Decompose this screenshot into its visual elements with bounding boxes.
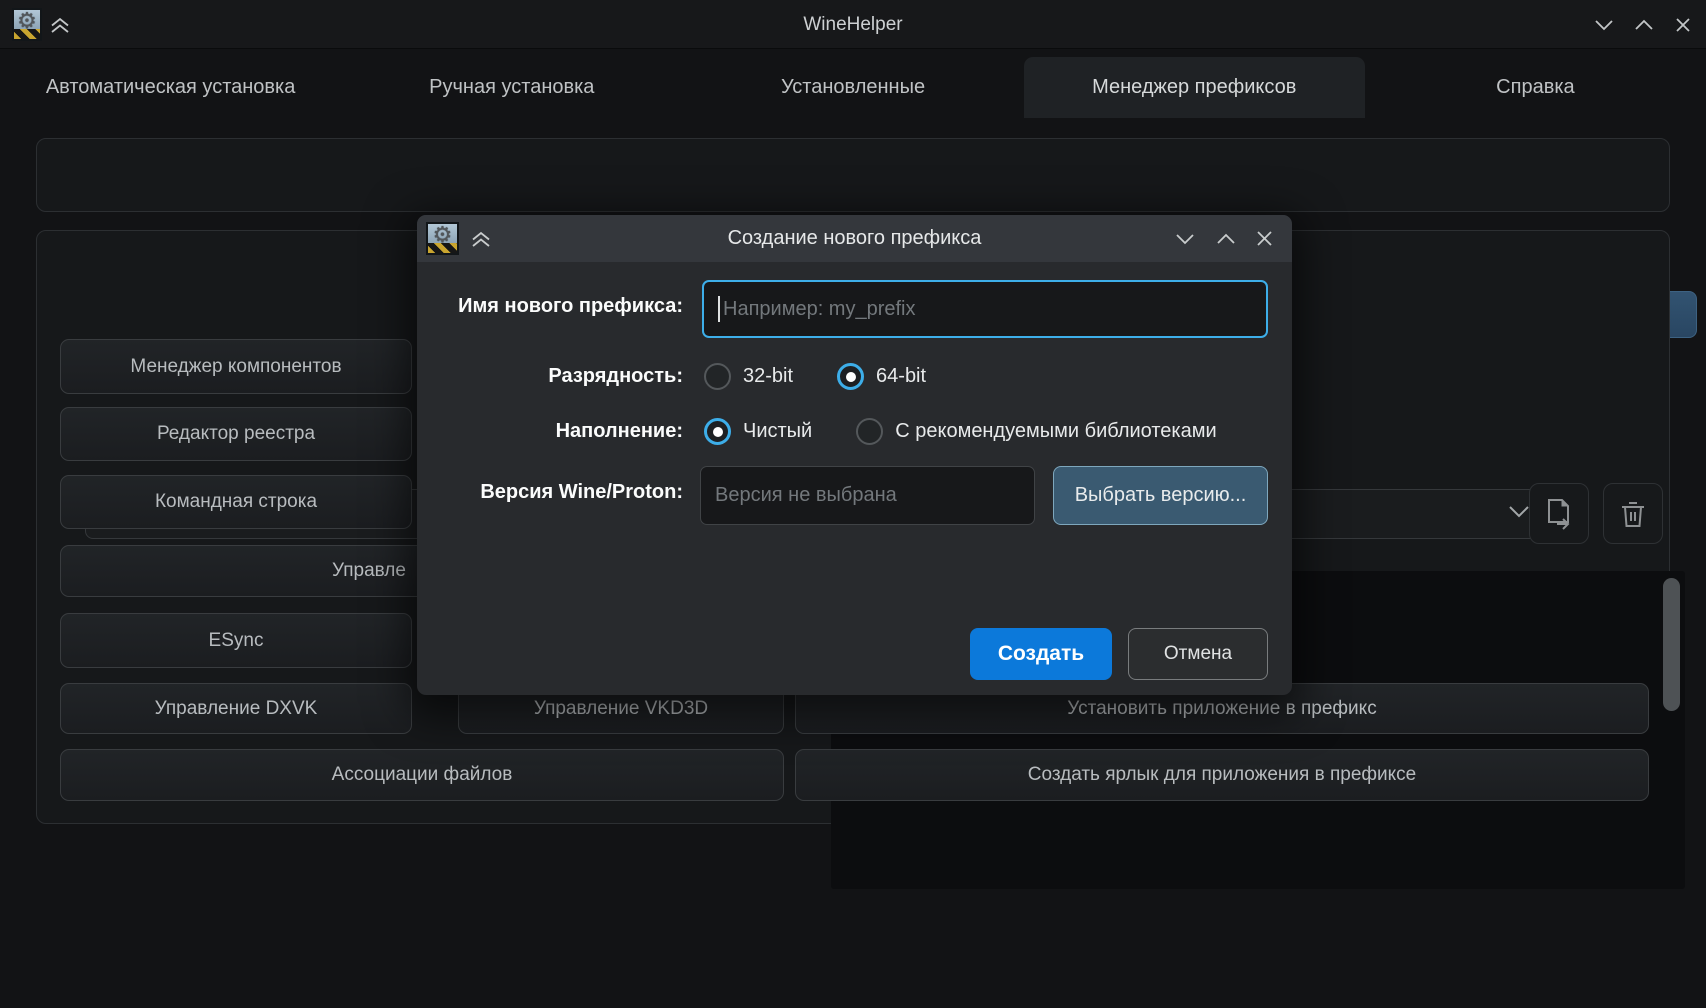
create-shortcut-button[interactable]: Создать ярлык для приложения в префиксе [795, 749, 1649, 801]
dialog-close-button[interactable] [1252, 226, 1276, 250]
tab-manual-install[interactable]: Ручная установка [341, 57, 682, 118]
radio-clean[interactable] [704, 418, 731, 445]
dialog-maximize-button[interactable] [1214, 227, 1238, 251]
tab-installed[interactable]: Установленные [682, 57, 1023, 118]
radio-clean-label: Чистый [743, 420, 812, 443]
dxvk-button[interactable]: Управление DXVK [60, 683, 412, 734]
wine-version-label: Версия Wine/Proton: [427, 481, 683, 504]
create-prefix-section: Создать новый префикс [36, 138, 1670, 212]
prefix-name-input[interactable]: Например: my_prefix [702, 280, 1268, 338]
wine-version-placeholder: Версия не выбрана [715, 484, 897, 507]
delete-prefix-button[interactable] [1603, 483, 1663, 544]
close-button[interactable] [1671, 13, 1695, 37]
bitness-label: Разрядность: [427, 365, 683, 388]
registry-editor-button[interactable]: Редактор реестра [60, 407, 412, 461]
titlebar: ⚙ WineHelper [0, 0, 1706, 49]
radio-64bit[interactable] [837, 363, 864, 390]
fill-label: Наполнение: [427, 420, 683, 443]
tab-bar: Автоматическая установка Ручная установк… [0, 57, 1706, 118]
minimize-button[interactable] [1592, 13, 1616, 37]
radio-32bit-label: 32-bit [743, 365, 793, 388]
component-manager-button[interactable]: Менеджер компонентов [60, 339, 412, 394]
create-prefix-dialog: ⚙ Создание нового префикса Имя нового пр… [417, 215, 1292, 695]
create-button[interactable]: Создать [970, 628, 1112, 680]
tab-help[interactable]: Справка [1365, 57, 1706, 118]
scrollbar-thumb[interactable] [1663, 578, 1680, 711]
choose-version-button[interactable]: Выбрать версию... [1053, 466, 1268, 525]
prefix-name-label: Имя нового префикса: [427, 295, 683, 318]
radio-64bit-label: 64-bit [876, 365, 926, 388]
command-line-button[interactable]: Командная строка [60, 475, 412, 529]
document-export-icon [1544, 497, 1574, 531]
dialog-minimize-button[interactable] [1173, 227, 1197, 251]
export-prefix-button[interactable] [1529, 483, 1589, 544]
esync-button[interactable]: ESync [60, 613, 412, 668]
tab-prefix-manager[interactable]: Менеджер префиксов [1024, 57, 1365, 118]
window-title: WineHelper [0, 0, 1706, 49]
dialog-title: Создание нового префикса [417, 215, 1292, 262]
trash-icon [1620, 499, 1646, 529]
radio-recommended-label: С рекомендуемыми библиотеками [895, 420, 1216, 443]
file-associations-button[interactable]: Ассоциации файлов [60, 749, 784, 801]
wine-version-field: Версия не выбрана [700, 466, 1035, 525]
prefix-name-placeholder: Например: my_prefix [723, 298, 916, 321]
radio-32bit[interactable] [704, 363, 731, 390]
dialog-titlebar: ⚙ Создание нового префикса [417, 215, 1292, 262]
cancel-button[interactable]: Отмена [1128, 628, 1268, 680]
radio-recommended[interactable] [856, 418, 883, 445]
tab-auto-install[interactable]: Автоматическая установка [0, 57, 341, 118]
text-caret [718, 296, 720, 322]
winehelper-window: ⚙ WineHelper Автоматическая установка Ру… [0, 0, 1706, 1008]
maximize-button[interactable] [1632, 13, 1656, 37]
